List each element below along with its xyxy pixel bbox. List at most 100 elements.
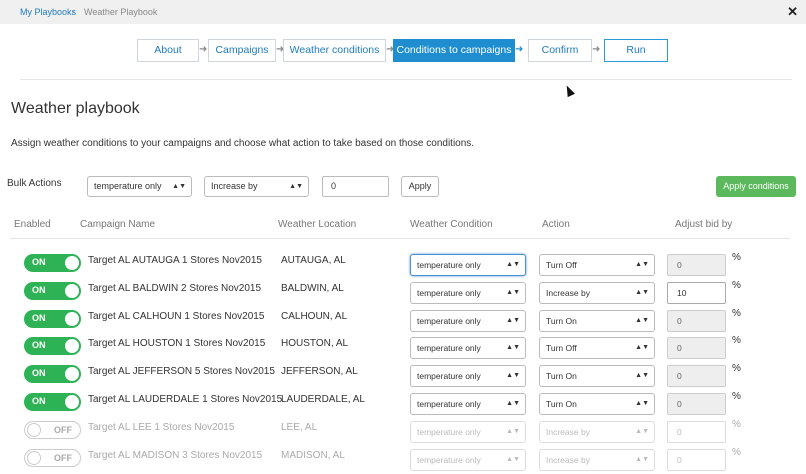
enabled-toggle[interactable]: OFF [24, 449, 81, 467]
weather-location: MADISON, AL [281, 450, 345, 461]
toggle-label: ON [32, 285, 46, 295]
bulk-amount-input[interactable]: 0 [322, 176, 389, 197]
toggle-knob [65, 395, 79, 409]
weather-condition-select[interactable]: temperature only ▲▼ [410, 449, 526, 471]
table-row: ON Target AL AUTAUGA 1 Stores Nov2015 AUTA… [0, 251, 806, 279]
step-conditions-to-campaigns[interactable]: Conditions to campaigns [393, 39, 515, 62]
percent-label: % [732, 363, 741, 374]
condition-value: temperature only [417, 288, 481, 298]
step-campaigns[interactable]: Campaigns [208, 39, 276, 62]
action-value: Turn On [546, 371, 577, 381]
enabled-toggle[interactable]: OFF [24, 421, 81, 439]
enabled-toggle[interactable]: ON [24, 282, 81, 300]
weather-location: CALHOUN, AL [281, 311, 348, 322]
campaign-name: Target AL MADISON 3 Stores Nov2015 [88, 450, 263, 461]
enabled-toggle[interactable]: ON [24, 393, 81, 411]
action-select[interactable]: Increase by ▲▼ [539, 282, 655, 304]
toggle-label: ON [32, 396, 46, 406]
select-caret-icon: ▲▼ [635, 289, 649, 296]
toggle-knob [65, 367, 79, 381]
adjust-bid-input[interactable]: 0 [667, 254, 726, 276]
enabled-toggle[interactable]: ON [24, 365, 81, 383]
condition-value: temperature only [417, 260, 481, 270]
table-row: ON Target AL JEFFERSON 5 Stores Nov2015 JE… [0, 362, 806, 390]
weather-condition-select[interactable]: temperature only ▲▼ [410, 421, 526, 443]
condition-value: temperature only [417, 316, 481, 326]
select-caret-icon: ▲▼ [635, 372, 649, 379]
weather-condition-select[interactable]: temperature only ▲▼ [410, 365, 526, 387]
action-value: Turn On [546, 316, 577, 326]
apply-conditions-button[interactable]: Apply conditions [716, 176, 796, 197]
step-arrow-icon: ➜ [592, 44, 601, 55]
select-caret-icon: ▲▼ [635, 261, 649, 268]
adjust-bid-input[interactable]: 0 [667, 310, 726, 332]
weather-location: LAUDERDALE, AL [281, 394, 365, 405]
bulk-action-select[interactable]: Increase by ▲▼ [204, 176, 309, 197]
action-select[interactable]: Turn Off ▲▼ [539, 254, 655, 276]
bulk-action-value: Increase by [211, 181, 258, 191]
step-run[interactable]: Run [604, 39, 668, 62]
bulk-condition-select[interactable]: temperature only ▲▼ [87, 176, 192, 197]
select-caret-icon: ▲▼ [635, 317, 649, 324]
action-select[interactable]: Turn On ▲▼ [539, 310, 655, 332]
weather-location: BALDWIN, AL [281, 283, 344, 294]
adjust-bid-input[interactable]: 0 [667, 449, 726, 471]
enabled-toggle[interactable]: ON [24, 337, 81, 355]
step-arrow-icon: ➜ [199, 44, 208, 55]
header-enabled: Enabled [14, 219, 51, 230]
action-value: Turn On [546, 399, 577, 409]
adjust-bid-input[interactable]: 0 [667, 337, 726, 359]
step-confirm[interactable]: Confirm [528, 39, 592, 62]
breadcrumb-my-playbooks[interactable]: My Playbooks [20, 7, 76, 17]
condition-value: temperature only [417, 343, 481, 353]
bulk-apply-button[interactable]: Apply [401, 176, 439, 197]
condition-value: temperature only [417, 455, 481, 465]
weather-condition-select[interactable]: temperature only ▲▼ [410, 393, 526, 415]
action-value: Turn Off [546, 260, 577, 270]
toggle-knob [65, 312, 79, 326]
action-select[interactable]: Increase by ▲▼ [539, 449, 655, 471]
condition-value: temperature only [417, 371, 481, 381]
page-description: Assign weather conditions to your campai… [11, 138, 475, 149]
weather-condition-select[interactable]: temperature only ▲▼ [410, 310, 526, 332]
step-about[interactable]: About [137, 39, 199, 62]
select-caret-icon: ▲▼ [172, 183, 186, 190]
step-weather-conditions[interactable]: Weather conditions [283, 39, 386, 62]
header-divider [10, 238, 790, 239]
percent-label: % [732, 419, 741, 430]
adjust-bid-input[interactable]: 0 [667, 421, 726, 443]
campaign-name: Target AL CALHOUN 1 Stores Nov2015 [88, 311, 265, 322]
select-caret-icon: ▲▼ [506, 261, 520, 268]
toggle-label: ON [32, 313, 46, 323]
enabled-toggle[interactable]: ON [24, 254, 81, 272]
adjust-bid-input[interactable]: 10 [667, 282, 726, 304]
mouse-cursor-icon [563, 83, 575, 98]
action-select[interactable]: Turn On ▲▼ [539, 393, 655, 415]
top-bar: My Playbooks › Weather Playbook ✕ [0, 0, 806, 24]
weather-condition-select[interactable]: temperature only ▲▼ [410, 254, 526, 276]
campaign-name: Target AL AUTAUGA 1 Stores Nov2015 [88, 255, 262, 266]
toggle-label: ON [32, 340, 46, 350]
percent-label: % [732, 335, 741, 346]
close-icon[interactable]: ✕ [787, 4, 798, 20]
weather-condition-select[interactable]: temperature only ▲▼ [410, 282, 526, 304]
select-caret-icon: ▲▼ [635, 428, 649, 435]
table-row: ON Target AL LAUDERDALE 1 Stores Nov2015 L… [0, 390, 806, 418]
weather-location: HOUSTON, AL [281, 338, 349, 349]
campaign-name: Target AL HOUSTON 1 Stores Nov2015 [88, 338, 266, 349]
action-select[interactable]: Increase by ▲▼ [539, 421, 655, 443]
page-title: Weather playbook [11, 100, 140, 117]
action-select[interactable]: Turn On ▲▼ [539, 365, 655, 387]
weather-condition-select[interactable]: temperature only ▲▼ [410, 337, 526, 359]
action-select[interactable]: Turn Off ▲▼ [539, 337, 655, 359]
campaign-name: Target AL JEFFERSON 5 Stores Nov2015 [88, 366, 275, 377]
percent-label: % [732, 280, 741, 291]
adjust-bid-input[interactable]: 0 [667, 393, 726, 415]
breadcrumb-current: Weather Playbook [84, 7, 158, 17]
percent-label: % [732, 447, 741, 458]
campaign-name: Target AL LAUDERDALE 1 Stores Nov2015 [88, 394, 283, 405]
select-caret-icon: ▲▼ [506, 456, 520, 463]
enabled-toggle[interactable]: ON [24, 310, 81, 328]
adjust-bid-input[interactable]: 0 [667, 365, 726, 387]
select-caret-icon: ▲▼ [506, 428, 520, 435]
